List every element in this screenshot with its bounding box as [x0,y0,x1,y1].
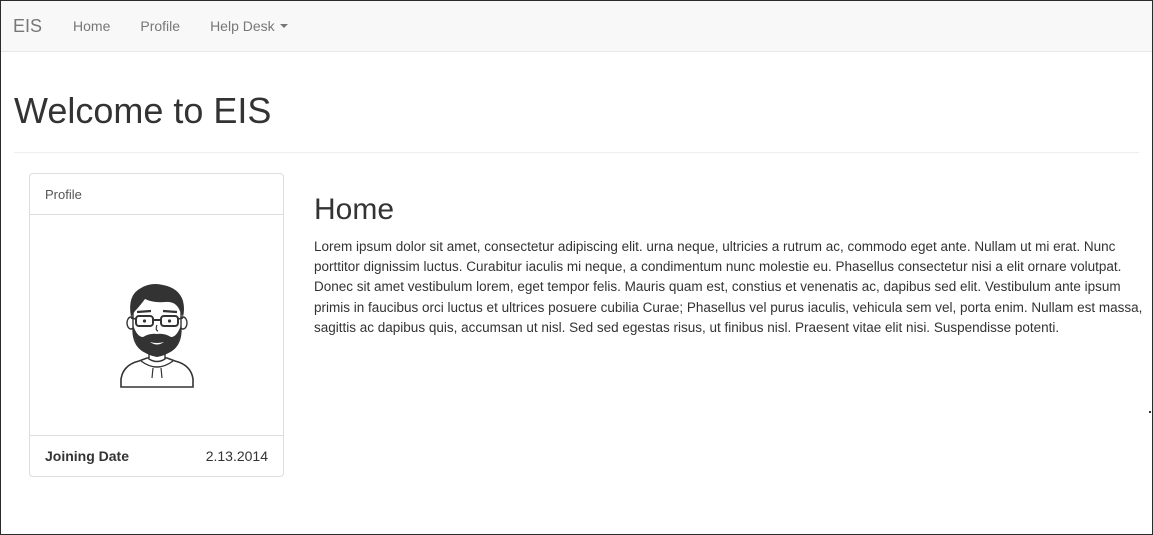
nav-item-profile[interactable]: Profile [125,1,195,52]
nav-item-help-desk-label: Help Desk [210,17,275,34]
page-title: Welcome to EIS [14,90,272,131]
caret-down-icon [279,24,288,28]
profile-panel: Profile Joining Date 2.13.2014 [29,173,284,477]
header-divider [14,152,1139,153]
joining-date-label: Joining Date [45,448,130,464]
navbar: EIS Home Profile Help Desk [1,1,1152,52]
avatar-icon [119,284,194,388]
joining-date-value: 2.13.2014 [205,448,268,464]
profile-panel-heading: Profile [30,174,283,215]
profile-panel-body [30,215,283,436]
nav-item-help-desk-dropdown[interactable]: Help Desk [195,1,303,52]
nav-item-home-label: Home [73,17,111,34]
edge-dot [1149,411,1151,413]
nav-item-home[interactable]: Home [58,1,125,52]
home-body-text: Lorem ipsum dolor sit amet, consectetur … [314,239,1143,335]
navbar-brand[interactable]: EIS [1,1,58,52]
nav-item-profile-label: Profile [140,17,181,34]
home-title: Home [314,193,395,226]
profile-panel-footer: Joining Date 2.13.2014 [30,436,283,476]
home-section: Home Lorem ipsum dolor sit amet, consect… [314,193,1144,338]
app-window: EIS Home Profile Help Desk Welcome to EI… [0,0,1153,535]
